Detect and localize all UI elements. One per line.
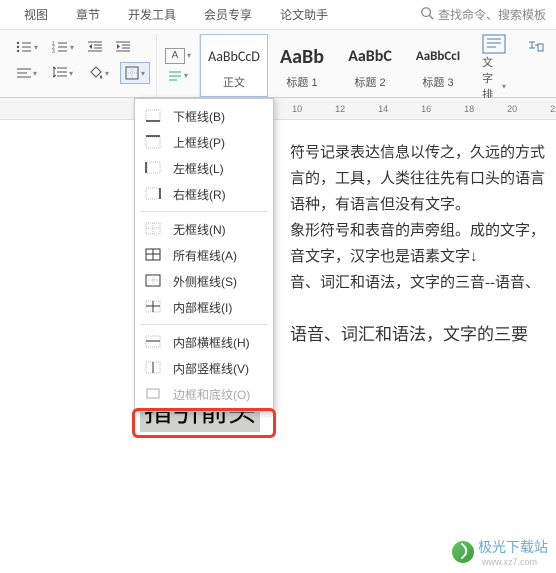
styles-gallery[interactable]: AaBbCcD 正文 AaBb 标题 1 AaBbC 标题 2 AaBbCcI …	[200, 34, 472, 97]
bullet-list-button[interactable]: ▾	[12, 36, 42, 58]
menu-label: 外侧框线(S)	[173, 273, 237, 290]
text-layout-icon	[482, 34, 506, 54]
menu-top-border[interactable]: 上框线(P)	[135, 129, 273, 155]
inside-borders-icon	[145, 300, 163, 314]
menu-left-border[interactable]: 左框线(L)	[135, 155, 273, 181]
doc-line	[290, 296, 556, 322]
tab-thesis[interactable]: 论文助手	[266, 0, 342, 29]
bottom-border-icon	[145, 109, 163, 123]
menu-label: 内部横框线(H)	[173, 334, 250, 351]
watermark: 极光下载站 www.xz7.com	[452, 537, 548, 567]
doc-line: 音、词汇和语法，文字的三音--语音、	[290, 270, 556, 296]
ribbon-tabs: 视图 章节 开发工具 会员专享 论文助手 查找命令、搜索模板	[0, 0, 556, 30]
paragraph-group: ▾ 123▾ ▾ ▾ ▾ ▾	[6, 34, 157, 97]
menu-outside-borders[interactable]: 外侧框线(S)	[135, 268, 273, 294]
tab-devtools[interactable]: 开发工具	[114, 0, 190, 29]
tools-group: A▾ ▾	[157, 34, 200, 97]
menu-label: 左框线(L)	[173, 160, 224, 177]
outside-borders-icon	[145, 274, 163, 288]
doc-line: 音文字，汉字也是语素文字↓	[290, 244, 556, 270]
menu-separator	[141, 324, 267, 325]
doc-line: 语音、词汇和语法，文字的三要	[290, 322, 556, 348]
menu-label: 内部竖框线(V)	[173, 360, 249, 377]
doc-line: 符号记录表达信息以传之，久远的方式	[290, 140, 556, 166]
menu-label: 无框线(N)	[173, 221, 226, 238]
tab-view[interactable]: 视图	[10, 0, 62, 29]
para-tools-button[interactable]: ▾	[163, 66, 193, 86]
menu-label: 所有框线(A)	[173, 247, 237, 264]
menu-label: 内部框线(I)	[173, 299, 232, 316]
style-label: 正文	[223, 74, 245, 90]
fill-color-button[interactable]: ▾	[84, 62, 114, 84]
svg-text:3: 3	[52, 49, 55, 54]
style-heading1[interactable]: AaBb 标题 1	[268, 34, 336, 97]
menu-inside-vertical[interactable]: 内部竖框线(V)	[135, 355, 273, 381]
ruler-mark: 14	[378, 104, 388, 114]
menu-right-border[interactable]: 右框线(R)	[135, 181, 273, 207]
watermark-url: www.xz7.com	[482, 557, 548, 567]
tab-chapter[interactable]: 章节	[62, 0, 114, 29]
no-border-icon	[145, 222, 163, 236]
border-button[interactable]: ▾	[120, 62, 150, 84]
find-replace-group[interactable]	[516, 34, 556, 97]
style-label: 标题 2	[354, 74, 385, 90]
border-dropdown-menu: 下框线(B) 上框线(P) 左框线(L) 右框线(R) 无框线(N) 所有框线(…	[134, 98, 274, 412]
line-spacing-button[interactable]: ▾	[48, 62, 78, 84]
ruler-mark: 10	[292, 104, 302, 114]
ruler-mark: 12	[335, 104, 345, 114]
all-borders-icon	[145, 248, 163, 262]
inside-v-icon	[145, 361, 163, 375]
watermark-text: 极光下载站	[478, 537, 548, 557]
menu-bottom-border[interactable]: 下框线(B)	[135, 103, 273, 129]
menu-separator	[141, 211, 267, 212]
style-preview: AaBbCcI	[416, 42, 460, 72]
style-preview: AaBb	[280, 42, 324, 72]
ruler-mark: 16	[421, 104, 431, 114]
decrease-indent-button[interactable]	[84, 36, 106, 58]
right-border-icon	[145, 187, 163, 201]
document-area[interactable]: 符号记录表达信息以传之，久远的方式 言的，工具，人类往往先有口头的语言 语种，有…	[0, 120, 556, 432]
left-border-icon	[145, 161, 163, 175]
style-label: 标题 1	[286, 74, 317, 90]
ruler-mark: 22	[550, 104, 556, 114]
menu-inside-horizontal[interactable]: 内部横框线(H)	[135, 329, 273, 355]
tab-member[interactable]: 会员专享	[190, 0, 266, 29]
increase-indent-button[interactable]	[112, 36, 134, 58]
doc-line: 言的，工具，人类往往先有口头的语言	[290, 166, 556, 192]
menu-label: 边框和底纹(O)	[173, 386, 250, 403]
style-preview: AaBbC	[348, 42, 392, 72]
style-heading3[interactable]: AaBbCcI 标题 3	[404, 34, 472, 97]
dialog-icon	[145, 387, 163, 401]
toolbar: ▾ 123▾ ▾ ▾ ▾ ▾ A▾ ▾ AaBbCcD 正文 AaBb 标题 1…	[0, 30, 556, 98]
inside-h-icon	[145, 335, 163, 349]
search-placeholder: 查找命令、搜索模板	[438, 6, 546, 23]
menu-borders-dialog[interactable]: 边框和底纹(O)	[135, 381, 273, 407]
top-border-icon	[145, 135, 163, 149]
style-heading2[interactable]: AaBbC 标题 2	[336, 34, 404, 97]
menu-label: 上框线(P)	[173, 134, 225, 151]
menu-label: 下框线(B)	[173, 108, 225, 125]
text-tools-button[interactable]: A▾	[163, 46, 193, 66]
ruler[interactable]: 2 4 6 8 10 12 14 16 18 20 22 24	[0, 98, 556, 120]
style-normal[interactable]: AaBbCcD 正文	[200, 34, 268, 97]
style-preview: AaBbCcD	[208, 42, 260, 72]
text-layout-group[interactable]: 文字排版▾	[472, 34, 516, 97]
ruler-mark: 18	[464, 104, 474, 114]
menu-all-borders[interactable]: 所有框线(A)	[135, 242, 273, 268]
search-icon	[420, 6, 434, 23]
menu-no-border[interactable]: 无框线(N)	[135, 216, 273, 242]
command-search[interactable]: 查找命令、搜索模板	[420, 6, 556, 23]
style-label: 标题 3	[422, 74, 453, 90]
ruler-mark: 20	[507, 104, 517, 114]
find-replace-icon	[526, 34, 546, 64]
watermark-logo-icon	[452, 541, 474, 563]
doc-line: 语种，有语言但没有文字。	[290, 192, 556, 218]
menu-label: 右框线(R)	[173, 186, 226, 203]
menu-inside-borders[interactable]: 内部框线(I)	[135, 294, 273, 320]
doc-line: 象形符号和表音的声旁组。成的文字，	[290, 218, 556, 244]
align-button[interactable]: ▾	[12, 62, 42, 84]
number-list-button[interactable]: 123▾	[48, 36, 78, 58]
